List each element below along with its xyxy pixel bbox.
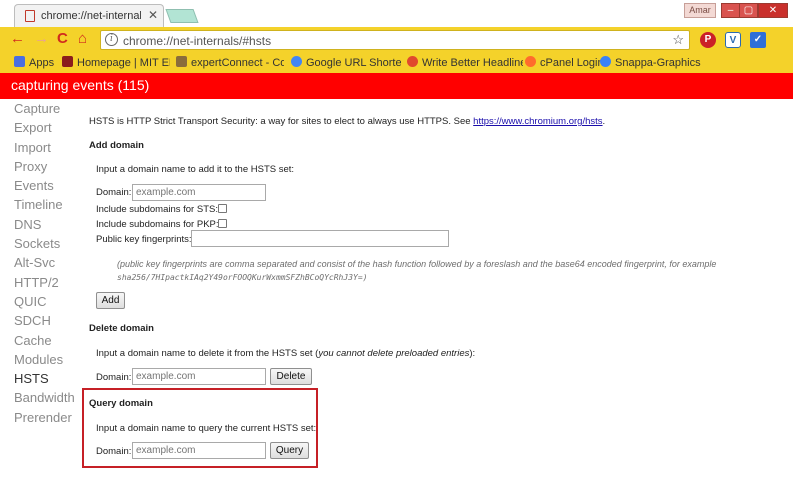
- title-bar: chrome://net-internals/# ✕ Amar – ▢ ✕: [0, 0, 793, 27]
- address-bar[interactable]: i chrome://net-internals/#hsts ☆: [100, 30, 690, 50]
- home-icon[interactable]: ⌂: [78, 31, 87, 47]
- info-icon[interactable]: i: [105, 33, 118, 46]
- delete-domain-description: Input a domain name to delete it from th…: [96, 348, 476, 359]
- net-internals-sidebar: Capture Export Import Proxy Events Timel…: [14, 100, 90, 428]
- add-domain-label: Domain:: [96, 187, 132, 198]
- pkp-label: Include subdomains for PKP:: [96, 219, 219, 230]
- url-text[interactable]: chrome://net-internals/#hsts: [123, 34, 271, 48]
- sidebar-item-hsts[interactable]: HSTS: [14, 370, 90, 389]
- sidebar-item-quic[interactable]: QUIC: [14, 293, 90, 312]
- fingerprint-note: (public key fingerprints are comma separ…: [117, 258, 787, 284]
- fingerprint-note-line1: (public key fingerprints are comma separ…: [117, 259, 717, 269]
- sidebar-item-modules[interactable]: Modules: [14, 351, 90, 370]
- co-icon: [407, 56, 418, 67]
- new-tab-button[interactable]: [165, 9, 199, 23]
- reload-icon[interactable]: C: [57, 31, 68, 47]
- browser-tab[interactable]: chrome://net-internals/# ✕: [14, 4, 164, 27]
- bookmark-google-url[interactable]: Google URL Shortene: [291, 56, 401, 69]
- bookmark-headline[interactable]: Write Better Headline: [407, 56, 523, 69]
- sidebar-item-http2[interactable]: HTTP/2: [14, 274, 90, 293]
- sts-label: Include subdomains for STS:: [96, 204, 218, 215]
- bookmark-apps[interactable]: Apps: [14, 56, 54, 69]
- bookmarks-bar: Apps Homepage | MIT EEC expertConnect - …: [0, 53, 793, 73]
- folder-icon: [176, 56, 187, 67]
- sidebar-item-sockets[interactable]: Sockets: [14, 235, 90, 254]
- sidebar-item-timeline[interactable]: Timeline: [14, 196, 90, 215]
- snappa-icon: [600, 56, 611, 67]
- bookmark-expertconnect[interactable]: expertConnect - Con: [176, 56, 284, 69]
- add-domain-description: Input a domain name to add it to the HST…: [96, 164, 295, 175]
- browser-toolbar: ← → C ⌂ i chrome://net-internals/#hsts ☆…: [0, 27, 793, 53]
- bookmark-cpanel[interactable]: cPanel Login: [525, 56, 604, 69]
- tab-title: chrome://net-internals/#: [41, 10, 141, 22]
- pkp-checkbox[interactable]: [218, 219, 227, 228]
- query-domain-highlight-box: [82, 388, 318, 468]
- close-tab-icon[interactable]: ✕: [148, 8, 158, 22]
- check-extension-icon[interactable]: ✓: [750, 32, 766, 48]
- profile-button[interactable]: Amar: [684, 3, 716, 18]
- v-extension-icon[interactable]: V: [725, 32, 741, 48]
- bookmark-mit[interactable]: Homepage | MIT EEC: [62, 56, 170, 69]
- sidebar-item-cache[interactable]: Cache: [14, 332, 90, 351]
- capture-status-bar[interactable]: capturing events (115): [0, 73, 793, 99]
- hsts-link[interactable]: https://www.chromium.org/hsts: [473, 116, 602, 127]
- sidebar-item-capture[interactable]: Capture: [14, 100, 90, 119]
- sidebar-item-events[interactable]: Events: [14, 177, 90, 196]
- minimize-button[interactable]: –: [721, 3, 740, 18]
- bookmark-snappa[interactable]: Snappa-Graphics: [600, 56, 701, 69]
- add-button[interactable]: Add: [96, 292, 125, 309]
- delete-domain-title: Delete domain: [89, 323, 154, 334]
- sidebar-item-alt-svc[interactable]: Alt-Svc: [14, 254, 90, 273]
- delete-domain-input[interactable]: [132, 368, 266, 385]
- window-close-button[interactable]: ✕: [758, 3, 788, 18]
- delete-domain-label: Domain:: [96, 372, 132, 383]
- sidebar-item-bandwidth[interactable]: Bandwidth: [14, 389, 90, 408]
- maximize-button[interactable]: ▢: [739, 3, 758, 18]
- fingerprints-input[interactable]: [191, 230, 449, 247]
- page-icon: [25, 10, 35, 22]
- add-domain-title: Add domain: [89, 140, 144, 151]
- star-icon[interactable]: ☆: [672, 32, 684, 48]
- pinterest-extension-icon[interactable]: P: [700, 32, 716, 48]
- apps-grid-icon: [14, 56, 25, 67]
- sidebar-item-sdch[interactable]: SDCH: [14, 312, 90, 331]
- sidebar-item-dns[interactable]: DNS: [14, 216, 90, 235]
- hsts-intro: HSTS is HTTP Strict Transport Security: …: [89, 116, 606, 127]
- mit-icon: [62, 56, 73, 67]
- add-domain-input[interactable]: [132, 184, 266, 201]
- google-icon: [291, 56, 302, 67]
- sts-checkbox[interactable]: [218, 204, 227, 213]
- fingerprint-note-line2: sha256/7HIpactkIAq2Y49orFOOQKurWxmmSFZhB…: [117, 273, 368, 282]
- sidebar-item-import[interactable]: Import: [14, 139, 90, 158]
- sidebar-item-proxy[interactable]: Proxy: [14, 158, 90, 177]
- cpanel-icon: [525, 56, 536, 67]
- sidebar-item-prerender[interactable]: Prerender: [14, 409, 90, 428]
- back-arrow-icon[interactable]: ←: [10, 31, 25, 47]
- delete-button[interactable]: Delete: [270, 368, 312, 385]
- sidebar-item-export[interactable]: Export: [14, 119, 90, 138]
- fingerprints-label: Public key fingerprints:: [96, 234, 192, 245]
- forward-arrow-icon[interactable]: →: [34, 31, 49, 47]
